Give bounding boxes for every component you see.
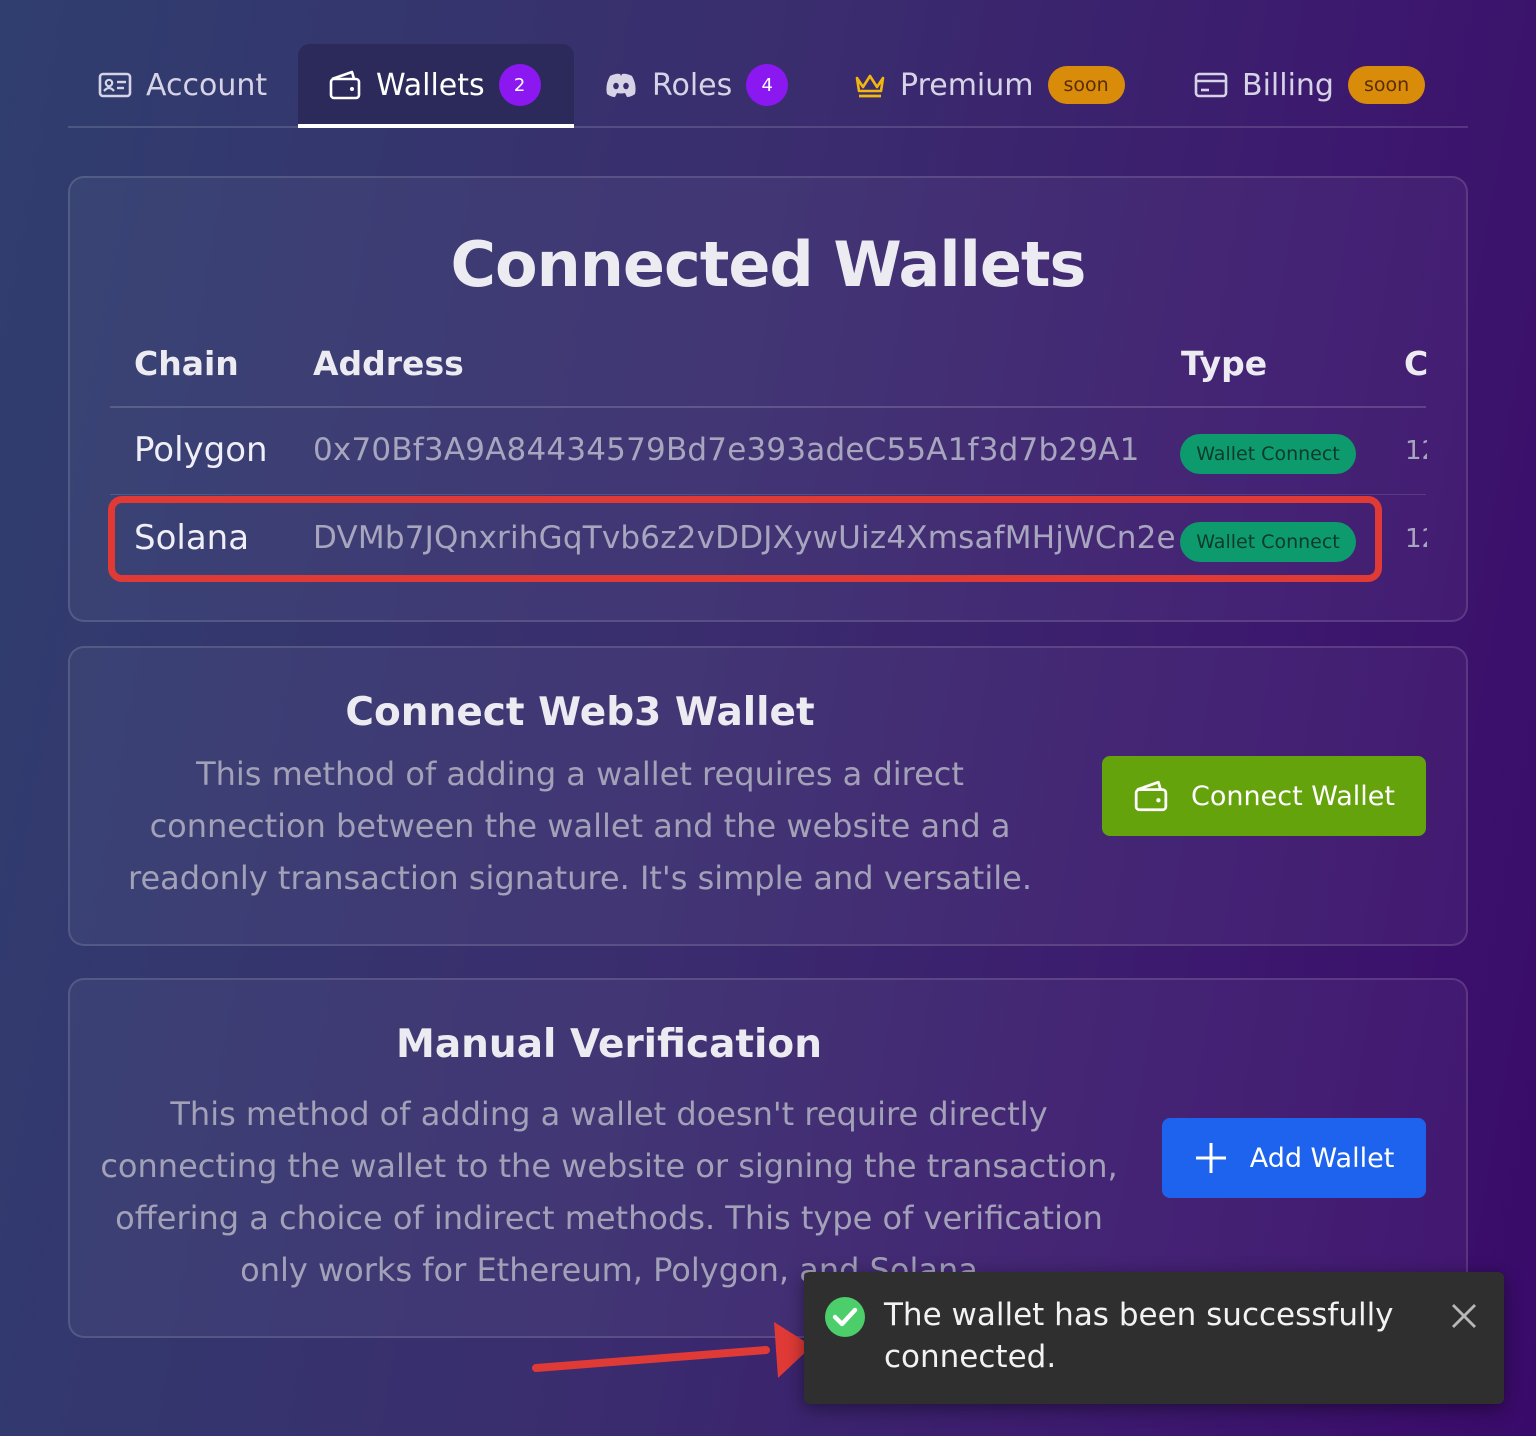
column-header-chain: Chain	[134, 344, 239, 383]
connect-web3-description: This method of adding a wallet requires …	[128, 755, 1032, 897]
connected-wallets-title: Connected Wallets	[450, 228, 1087, 301]
connect-wallet-button[interactable]: Connect Wallet	[1102, 756, 1426, 836]
tab-account-label: Account	[146, 67, 268, 103]
premium-soon-badge: soon	[1047, 66, 1125, 104]
wallets-count-badge: 2	[498, 64, 541, 106]
add-wallet-button-label: Add Wallet	[1249, 1142, 1395, 1174]
tab-wallets-label: Wallets	[376, 67, 485, 103]
wallet-icon	[1134, 780, 1168, 812]
tab-premium[interactable]: Premium soon	[854, 44, 1125, 126]
wallet-row-address: 0x70Bf3A9A84434579Bd7e393adeC55A1f3d7b29…	[313, 432, 1140, 468]
tab-billing-label: Billing	[1242, 67, 1334, 103]
highlight-annotation-box	[108, 496, 1382, 582]
check-circle-icon	[825, 1297, 865, 1337]
tab-premium-label: Premium	[900, 67, 1034, 103]
tab-account[interactable]: Account	[98, 44, 267, 126]
success-toast: The wallet has been successfully connect…	[804, 1272, 1504, 1404]
wallet-row-chain: Polygon	[134, 430, 268, 470]
connect-web3-title: Connect Web3 Wallet	[345, 690, 815, 735]
discord-icon	[606, 73, 636, 97]
toast-message: The wallet has been successfully connect…	[884, 1297, 1394, 1375]
add-wallet-button[interactable]: Add Wallet	[1162, 1118, 1426, 1198]
tab-roles-label: Roles	[652, 67, 733, 103]
connect-wallet-button-label: Connect Wallet	[1191, 780, 1395, 812]
roles-count-badge: 4	[746, 64, 789, 106]
tab-bar: Account Wallets 2 Roles 4 Premium soon B…	[68, 44, 1468, 128]
crown-icon	[855, 74, 885, 98]
billing-soon-badge: soon	[1347, 66, 1426, 104]
manual-verification-title: Manual Verification	[396, 1022, 822, 1067]
table-header-divider	[110, 406, 1426, 408]
column-header-clipped: C	[1404, 344, 1429, 383]
wallet-row-clipped-value: 12	[1405, 524, 1427, 554]
id-card-icon	[98, 72, 132, 98]
wallet-icon	[329, 70, 361, 100]
close-icon[interactable]	[1450, 1302, 1478, 1330]
credit-card-icon	[1194, 72, 1228, 98]
tab-roles[interactable]: Roles 4	[604, 44, 789, 126]
red-annotation-arrow	[532, 1322, 812, 1378]
tab-wallets[interactable]: Wallets 2	[298, 44, 574, 128]
wallet-type-badge: Wallet Connect	[1180, 434, 1356, 474]
column-header-address: Address	[313, 344, 464, 383]
table-row-divider	[110, 494, 1426, 495]
wallet-row-clipped-value: 12	[1405, 436, 1427, 466]
tab-billing[interactable]: Billing soon	[1194, 44, 1426, 126]
plus-icon	[1195, 1143, 1226, 1173]
column-header-type: Type	[1181, 344, 1268, 383]
